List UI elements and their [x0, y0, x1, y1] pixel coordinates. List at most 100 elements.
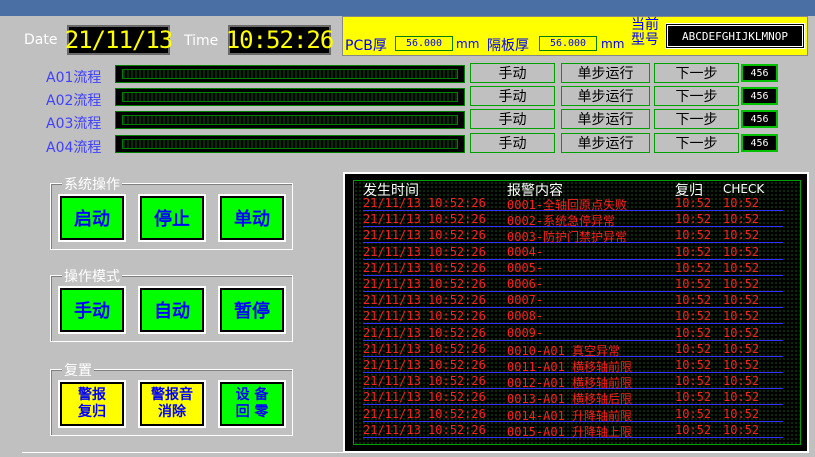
alarm-cell-check: 10:52	[723, 341, 760, 356]
process-progress-bar	[115, 135, 465, 153]
process-counter: 456	[741, 64, 778, 82]
pcb-parameter-panel: PCB厚 56.000 mm 隔板厚 56.000 mm 当前 型号 ABCDE…	[342, 16, 808, 56]
alarm-cell-content: 0012-A01 横移轴前限	[507, 376, 633, 391]
alarm-cell-time: 21/11/13 10:52:26	[363, 406, 486, 421]
manual-mode-button[interactable]: 手动	[58, 286, 126, 334]
alarm-cell-reset: 10:52	[675, 422, 712, 437]
alarm-mute-button[interactable]: 警报音 消除	[138, 380, 206, 428]
spacer-thickness-field[interactable]: 56.000	[539, 36, 597, 51]
alarm-cell-time: 21/11/13 10:52:26	[363, 325, 486, 340]
time-label: Time	[184, 33, 219, 49]
alarm-reset-button[interactable]: 警报 复归	[58, 380, 126, 428]
spacer-thickness-unit: mm	[601, 37, 625, 51]
single-action-button[interactable]: 单动	[218, 194, 286, 242]
alarm-row[interactable]: 21/11/13 10:52:26 0010-A01 真空异常 10:52 10:52	[363, 341, 783, 358]
alarm-cell-check: 10:52	[723, 390, 760, 405]
status-divider	[22, 452, 622, 453]
alarm-cell-reset: 10:52	[675, 212, 712, 227]
alarm-cell-time: 21/11/13 10:52:26	[363, 374, 486, 389]
alarm-history-panel[interactable]: 发生时间 报警内容 复归 CHECK 21/11/13 10:52:26 0001…	[343, 172, 809, 453]
alarm-cell-time: 21/11/13 10:52:26	[363, 244, 486, 259]
manual-button[interactable]: 手动	[470, 63, 555, 83]
next-step-button[interactable]: 下一步	[654, 133, 739, 153]
device-home-button[interactable]: 设 备 回 零	[218, 380, 286, 428]
alarm-row[interactable]: 21/11/13 10:52:26 0015-A01 升降轴上限 10:52 10:5…	[363, 422, 783, 439]
process-counter: 456	[741, 110, 778, 128]
time-display: 10:52:26	[225, 25, 334, 55]
alarm-cell-check: 10:52	[723, 422, 760, 437]
alarm-row[interactable]: 21/11/13 10:52:26 0006- 10:52 10:52	[363, 277, 783, 292]
pcb-thickness-field[interactable]: 56.000	[395, 36, 453, 51]
alarm-cell-reset: 10:52	[675, 196, 712, 210]
alarm-cell-reset: 10:52	[675, 358, 712, 372]
alarm-row[interactable]: 21/11/13 10:52:26 0003-防护门禁护异常 10:52 10:52	[363, 228, 783, 244]
alarm-row[interactable]: 21/11/13 10:52:26 0001-全轴回原点失败 10:52 10:52	[363, 196, 783, 212]
reset-title: 复置	[62, 360, 94, 380]
alarm-cell-reset: 10:52	[675, 390, 712, 405]
manual-button[interactable]: 手动	[470, 86, 555, 106]
next-step-button[interactable]: 下一步	[654, 109, 739, 129]
alarm-cell-reset: 10:52	[675, 293, 712, 308]
current-type-label-bottom: 型号	[631, 32, 659, 48]
alarm-cell-content: 0014-A01 升降轴前限	[507, 408, 633, 423]
manual-button[interactable]: 手动	[470, 133, 555, 153]
alarm-row[interactable]: 21/11/13 10:52:26 0007- 10:52 10:52	[363, 293, 783, 309]
pcb-thickness-unit: mm	[456, 37, 480, 51]
alarm-cell-check: 10:52	[723, 325, 760, 340]
alarm-cell-check: 10:52	[723, 406, 760, 421]
alarm-row[interactable]: 21/11/13 10:52:26 0005- 10:52 10:52	[363, 261, 783, 276]
step-run-button[interactable]: 单步运行	[561, 109, 650, 129]
alarm-row[interactable]: 21/11/13 10:52:26 0002-系统急停异常 10:52 10:52	[363, 212, 783, 229]
alarm-cell-reset: 10:52	[675, 244, 712, 259]
alarm-row[interactable]: 21/11/13 10:52:26 0009- 10:52 10:52	[363, 326, 783, 341]
alarm-cell-reset: 10:52	[675, 374, 712, 389]
alarm-cell-content: 0009-	[507, 325, 544, 340]
window-title-bar	[0, 0, 815, 16]
alarm-cell-content: 0005-	[507, 260, 544, 275]
step-run-button[interactable]: 单步运行	[561, 133, 650, 153]
next-step-button[interactable]: 下一步	[654, 86, 739, 106]
alarm-cell-content: 0010-A01 真空异常	[507, 343, 621, 358]
alarm-row[interactable]: 21/11/13 10:52:26 0012-A01 横移轴前限 10:52 10:5…	[363, 374, 783, 391]
alarm-cell-check: 10:52	[723, 228, 760, 243]
alarm-mute-label-line1: 警报音	[151, 387, 193, 403]
alarm-cell-time: 21/11/13 10:52:26	[363, 422, 486, 437]
alarm-row[interactable]: 21/11/13 10:52:26 0011-A01 横移轴前限 10:52 10:5…	[363, 358, 783, 374]
step-run-button[interactable]: 单步运行	[561, 63, 650, 83]
alarm-cell-content: 0007-	[507, 293, 544, 308]
alarm-cell-check: 10:52	[723, 244, 760, 259]
device-home-label-line2: 回 零	[235, 404, 269, 420]
alarm-cell-time: 21/11/13 10:52:26	[363, 277, 486, 291]
pause-button[interactable]: 暂停	[218, 286, 286, 334]
process-progress-bar	[115, 88, 465, 106]
alarm-cell-reset: 10:52	[675, 406, 712, 421]
alarm-cell-content: 0001-全轴回原点失败	[507, 198, 628, 212]
alarm-row[interactable]: 21/11/13 10:52:26 0008- 10:52 10:52	[363, 309, 783, 325]
alarm-cell-check: 10:52	[723, 358, 760, 372]
alarm-cell-check: 10:52	[723, 196, 760, 210]
alarm-row[interactable]: 21/11/13 10:52:26 0004- 10:52 10:52	[363, 245, 783, 260]
alarm-cell-content: 0013-A01 横移轴后限	[507, 392, 633, 407]
alarm-cell-time: 21/11/13 10:52:26	[363, 341, 486, 356]
process-label: A01流程	[46, 70, 102, 86]
step-run-button[interactable]: 单步运行	[561, 86, 650, 106]
alarm-cell-time: 21/11/13 10:52:26	[363, 293, 486, 308]
auto-mode-button[interactable]: 自动	[138, 286, 206, 334]
device-home-label-line1: 设 备	[235, 387, 269, 403]
alarm-row[interactable]: 21/11/13 10:52:26 0013-A01 横移轴后限 10:52 10:5…	[363, 390, 783, 407]
alarm-cell-content: 0002-系统急停异常	[507, 214, 616, 229]
alarm-reset-label-line1: 警报	[78, 387, 106, 403]
operation-mode-title: 操作模式	[62, 266, 122, 286]
start-button[interactable]: 启动	[58, 194, 126, 242]
alarm-cell-content: 0011-A01 横移轴前限	[507, 360, 633, 374]
next-step-button[interactable]: 下一步	[654, 63, 739, 83]
manual-button[interactable]: 手动	[470, 109, 555, 129]
process-counter: 456	[741, 87, 778, 105]
stop-button[interactable]: 停止	[138, 194, 206, 242]
alarm-mute-label-line2: 消除	[158, 404, 186, 420]
alarm-cell-time: 21/11/13 10:52:26	[363, 309, 486, 324]
process-label: A04流程	[46, 140, 102, 156]
alarm-row[interactable]: 21/11/13 10:52:26 0014-A01 升降轴前限 10:52 10:5…	[363, 406, 783, 423]
current-type-field[interactable]: ABCDEFGHIJKLMNOP	[665, 23, 805, 49]
alarm-header-check: CHECK	[723, 182, 765, 196]
